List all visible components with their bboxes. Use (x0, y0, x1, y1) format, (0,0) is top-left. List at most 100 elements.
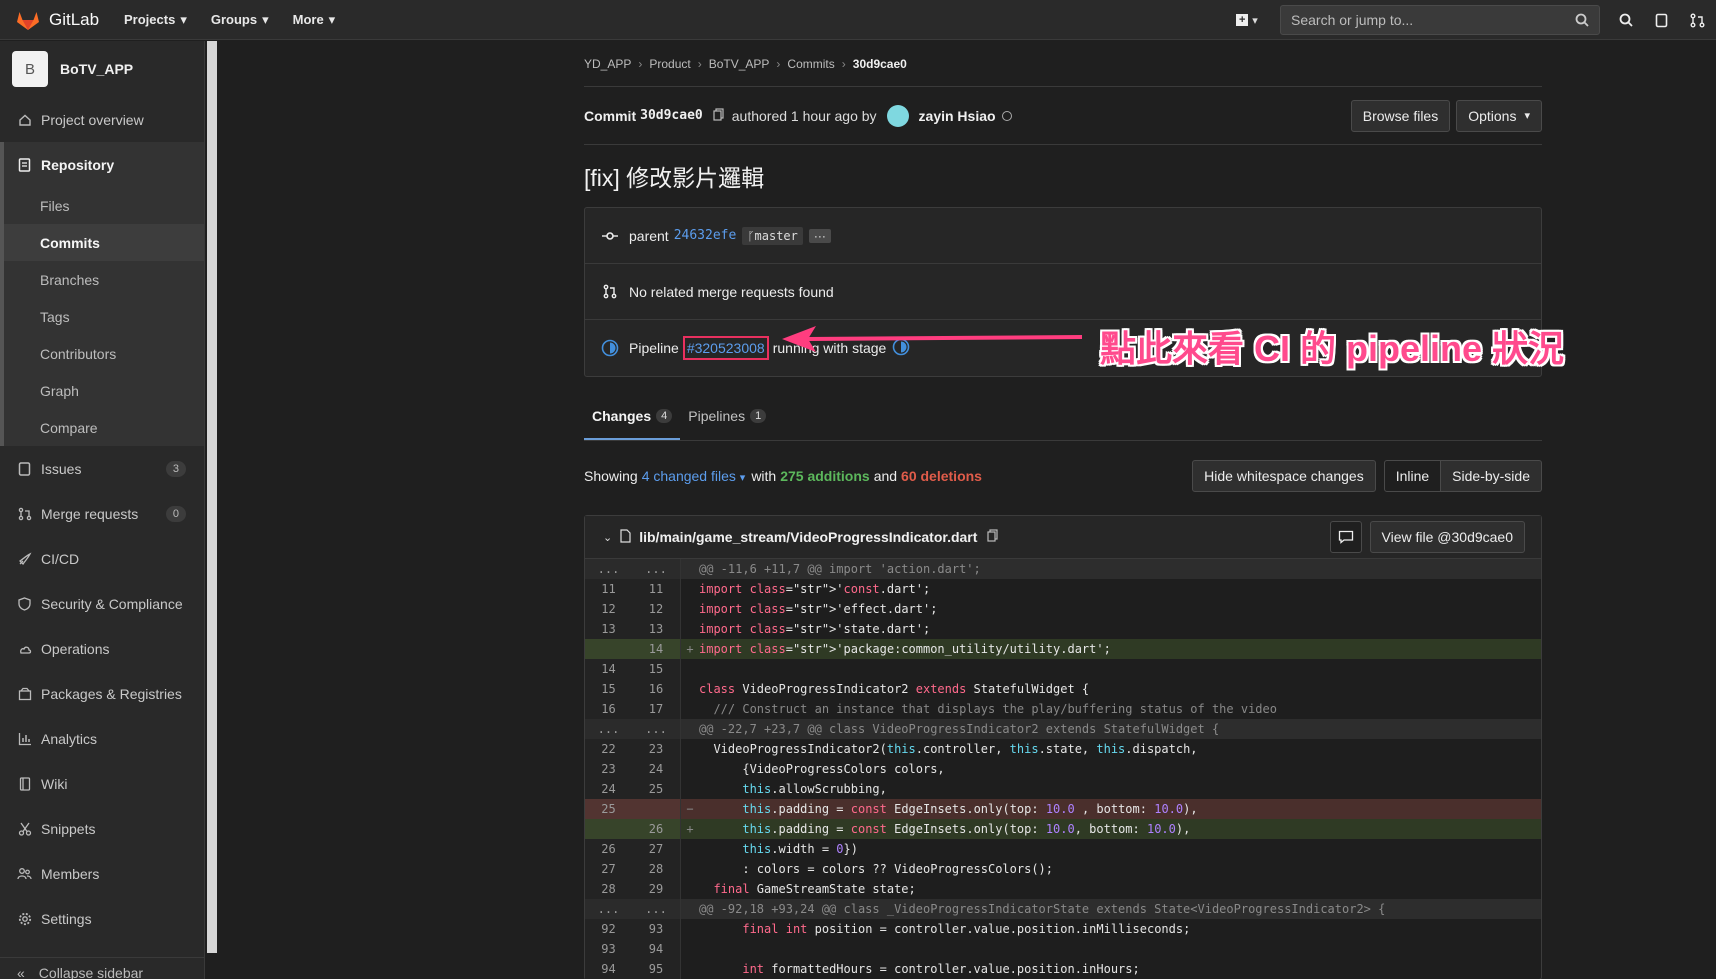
view-file-button[interactable]: View file @30d9cae0 (1369, 521, 1525, 553)
new-line-number[interactable]: 12 (632, 599, 681, 619)
sidebar-item-operations[interactable]: Operations (0, 626, 204, 671)
new-line-number[interactable]: 95 (632, 959, 681, 979)
new-line-number[interactable]: 27 (632, 839, 681, 859)
old-line-number[interactable]: 23 (585, 759, 632, 779)
sidebar-item-analytics[interactable]: Analytics (0, 716, 204, 761)
new-line-number[interactable]: ... (632, 719, 681, 739)
pipeline-id-link[interactable]: #320523008 (687, 340, 765, 356)
copy-icon[interactable] (987, 529, 999, 545)
new-line-number[interactable]: ... (632, 559, 681, 579)
parent-sha-link[interactable]: 24632efe (674, 228, 737, 243)
breadcrumb-item[interactable]: Product (649, 57, 690, 71)
sidebar-subitem-compare[interactable]: Compare (4, 409, 204, 446)
old-line-number[interactable]: 14 (585, 659, 632, 679)
old-line-number[interactable]: 16 (585, 699, 632, 719)
new-line-number[interactable]: 26 (632, 819, 681, 839)
old-line-number[interactable]: 12 (585, 599, 632, 619)
sidebar-subitem-commits[interactable]: Commits (4, 224, 204, 261)
new-line-number[interactable]: 24 (632, 759, 681, 779)
sidebar-item-settings[interactable]: Settings (0, 896, 204, 941)
old-line-number[interactable]: ... (585, 899, 632, 919)
hide-whitespace-button[interactable]: Hide whitespace changes (1192, 460, 1376, 492)
author-name[interactable]: zayin Hsiao (919, 108, 996, 124)
breadcrumb-current[interactable]: 30d9cae0 (853, 57, 907, 71)
sidebar-subitem-graph[interactable]: Graph (4, 372, 204, 409)
more-refs-button[interactable]: ··· (808, 228, 831, 243)
new-item-button[interactable]: + ▾ (1230, 7, 1264, 33)
comment-button[interactable] (1329, 521, 1362, 553)
breadcrumb-item[interactable]: BoTV_APP (709, 57, 770, 71)
new-line-number[interactable]: 15 (632, 659, 681, 679)
sidebar-subitem-files[interactable]: Files (4, 187, 204, 224)
tab-pipelines[interactable]: Pipelines 1 (680, 408, 774, 440)
old-line-number[interactable]: 11 (585, 579, 632, 599)
branch-tag[interactable]: ᚵmaster (742, 226, 803, 245)
chevron-down-icon[interactable]: ⌄ (603, 531, 612, 544)
old-line-number[interactable]: 24 (585, 779, 632, 799)
new-line-number[interactable]: 25 (632, 779, 681, 799)
search-input[interactable]: Search or jump to... (1280, 5, 1600, 35)
file-path[interactable]: lib/main/game_stream/VideoProgressIndica… (639, 529, 977, 545)
inline-view-button[interactable]: Inline (1383, 460, 1442, 492)
old-line-number[interactable]: 92 (585, 919, 632, 939)
new-line-number[interactable] (632, 799, 681, 819)
nav-groups[interactable]: Groups ▾ (211, 12, 269, 28)
issues-icon[interactable] (1644, 0, 1680, 40)
sidebar-item-cicd[interactable]: CI/CD (0, 536, 204, 581)
sidebar-item-security[interactable]: Security & Compliance (0, 581, 204, 626)
changed-files-dropdown[interactable]: 4 changed files ▾ (642, 468, 746, 484)
new-line-number[interactable]: 11 (632, 579, 681, 599)
options-dropdown[interactable]: Options ▾ (1456, 99, 1542, 132)
old-line-number[interactable]: 13 (585, 619, 632, 639)
old-line-number[interactable]: ... (585, 719, 632, 739)
old-line-number[interactable]: 93 (585, 939, 632, 959)
new-line-number[interactable]: 29 (632, 879, 681, 899)
breadcrumb-item[interactable]: YD_APP (584, 57, 631, 71)
old-line-number[interactable] (585, 819, 632, 839)
sidebar-scrollbar[interactable] (205, 41, 219, 979)
pipeline-running-icon[interactable] (601, 339, 619, 357)
author-avatar[interactable] (886, 104, 909, 127)
new-line-number[interactable]: 16 (632, 679, 681, 699)
old-line-number[interactable]: 15 (585, 679, 632, 699)
sidebar-subitem-contributors[interactable]: Contributors (4, 335, 204, 372)
sidebar-subitem-tags[interactable]: Tags (4, 298, 204, 335)
old-line-number[interactable]: 26 (585, 839, 632, 859)
old-line-number[interactable]: 22 (585, 739, 632, 759)
sidebar-item-packages[interactable]: Packages & Registries (0, 671, 204, 716)
sidebar-item-repository[interactable]: Repository (4, 142, 204, 187)
tab-changes[interactable]: Changes 4 (584, 408, 681, 440)
sidebar-item-snippets[interactable]: Snippets (0, 806, 204, 851)
old-line-number[interactable]: 94 (585, 959, 632, 979)
browse-files-button[interactable]: Browse files (1350, 99, 1451, 132)
merge-requests-icon[interactable] (1680, 0, 1716, 40)
new-line-number[interactable]: 93 (632, 919, 681, 939)
nav-projects[interactable]: Projects ▾ (124, 12, 187, 28)
old-line-number[interactable] (585, 639, 632, 659)
sidebar-project-header[interactable]: B BoTV_APP (0, 41, 204, 97)
old-line-number[interactable]: 25 (585, 799, 632, 819)
old-line-number[interactable]: 27 (585, 859, 632, 879)
collapse-sidebar-button[interactable]: « Collapse sidebar (0, 957, 205, 979)
new-line-number[interactable]: 94 (632, 939, 681, 959)
sidebar-item-merge-requests[interactable]: Merge requests 0 (0, 491, 204, 536)
sidebar-scrollbar-thumb[interactable] (207, 41, 217, 953)
new-line-number[interactable]: 28 (632, 859, 681, 879)
breadcrumb-item[interactable]: Commits (787, 57, 834, 71)
old-line-number[interactable]: 28 (585, 879, 632, 899)
side-by-side-button[interactable]: Side-by-side (1441, 460, 1542, 492)
gitlab-logo[interactable]: GitLab (16, 9, 124, 31)
sidebar-item-issues[interactable]: Issues 3 (0, 446, 204, 491)
new-line-number[interactable]: 14 (632, 639, 681, 659)
old-line-number[interactable]: ... (585, 559, 632, 579)
new-line-number[interactable]: 17 (632, 699, 681, 719)
sidebar-item-members[interactable]: Members (0, 851, 204, 896)
global-search-icon[interactable] (1608, 0, 1644, 40)
nav-more[interactable]: More ▾ (293, 12, 336, 28)
sidebar-item-wiki[interactable]: Wiki (0, 761, 204, 806)
sidebar-subitem-branches[interactable]: Branches (4, 261, 204, 298)
new-line-number[interactable]: 23 (632, 739, 681, 759)
new-line-number[interactable]: ... (632, 899, 681, 919)
new-line-number[interactable]: 13 (632, 619, 681, 639)
sidebar-item-project-overview[interactable]: Project overview (0, 97, 204, 142)
